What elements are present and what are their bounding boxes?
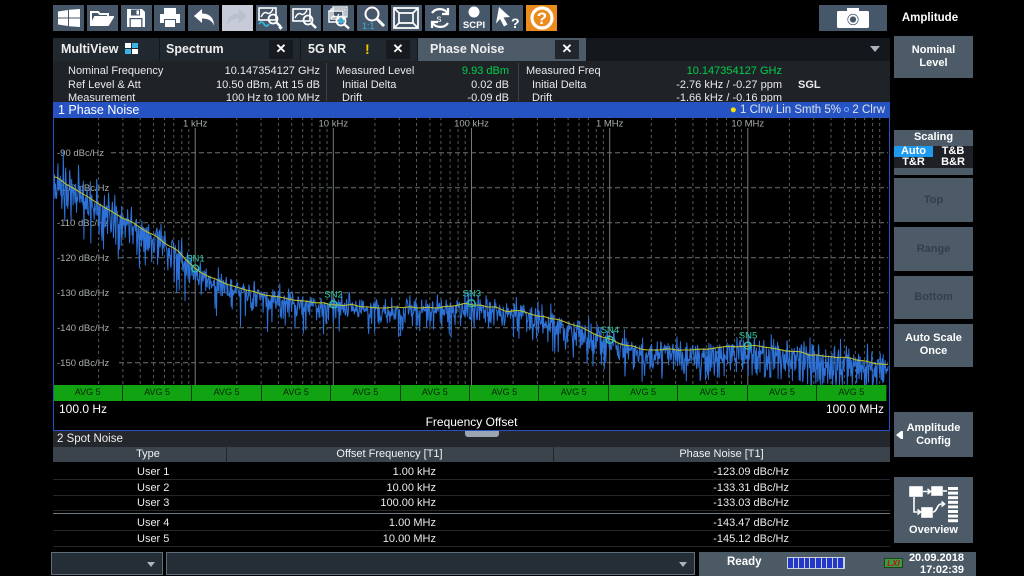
svg-text:-130 dBc/Hz: -130 dBc/Hz xyxy=(57,288,110,299)
svg-text:-150 dBc/Hz: -150 dBc/Hz xyxy=(57,358,110,369)
svg-text:-120 dBc/Hz: -120 dBc/Hz xyxy=(57,253,110,264)
svg-text:SN3: SN3 xyxy=(463,288,481,299)
svg-text:?: ? xyxy=(536,9,546,28)
svg-text:1 kHz: 1 kHz xyxy=(183,119,208,130)
svg-text:-140 dBc/Hz: -140 dBc/Hz xyxy=(57,323,110,334)
svg-text:1 MHz: 1 MHz xyxy=(596,119,624,130)
svg-text:SN4: SN4 xyxy=(601,325,619,336)
svg-text:SN2: SN2 xyxy=(324,289,342,300)
svg-text:SN5: SN5 xyxy=(739,331,757,342)
svg-text:-90 dBc/Hz: -90 dBc/Hz xyxy=(57,148,104,159)
svg-text:1:1: 1:1 xyxy=(362,21,375,30)
svg-text:SN1: SN1 xyxy=(186,254,204,265)
svg-text:100 kHz: 100 kHz xyxy=(454,119,489,130)
svg-text:s: s xyxy=(437,14,442,25)
svg-text:10 MHz: 10 MHz xyxy=(731,119,764,130)
svg-text:10 kHz: 10 kHz xyxy=(319,119,349,130)
svg-text:?: ? xyxy=(511,15,520,30)
svg-text:SCPI: SCPI xyxy=(463,20,485,30)
